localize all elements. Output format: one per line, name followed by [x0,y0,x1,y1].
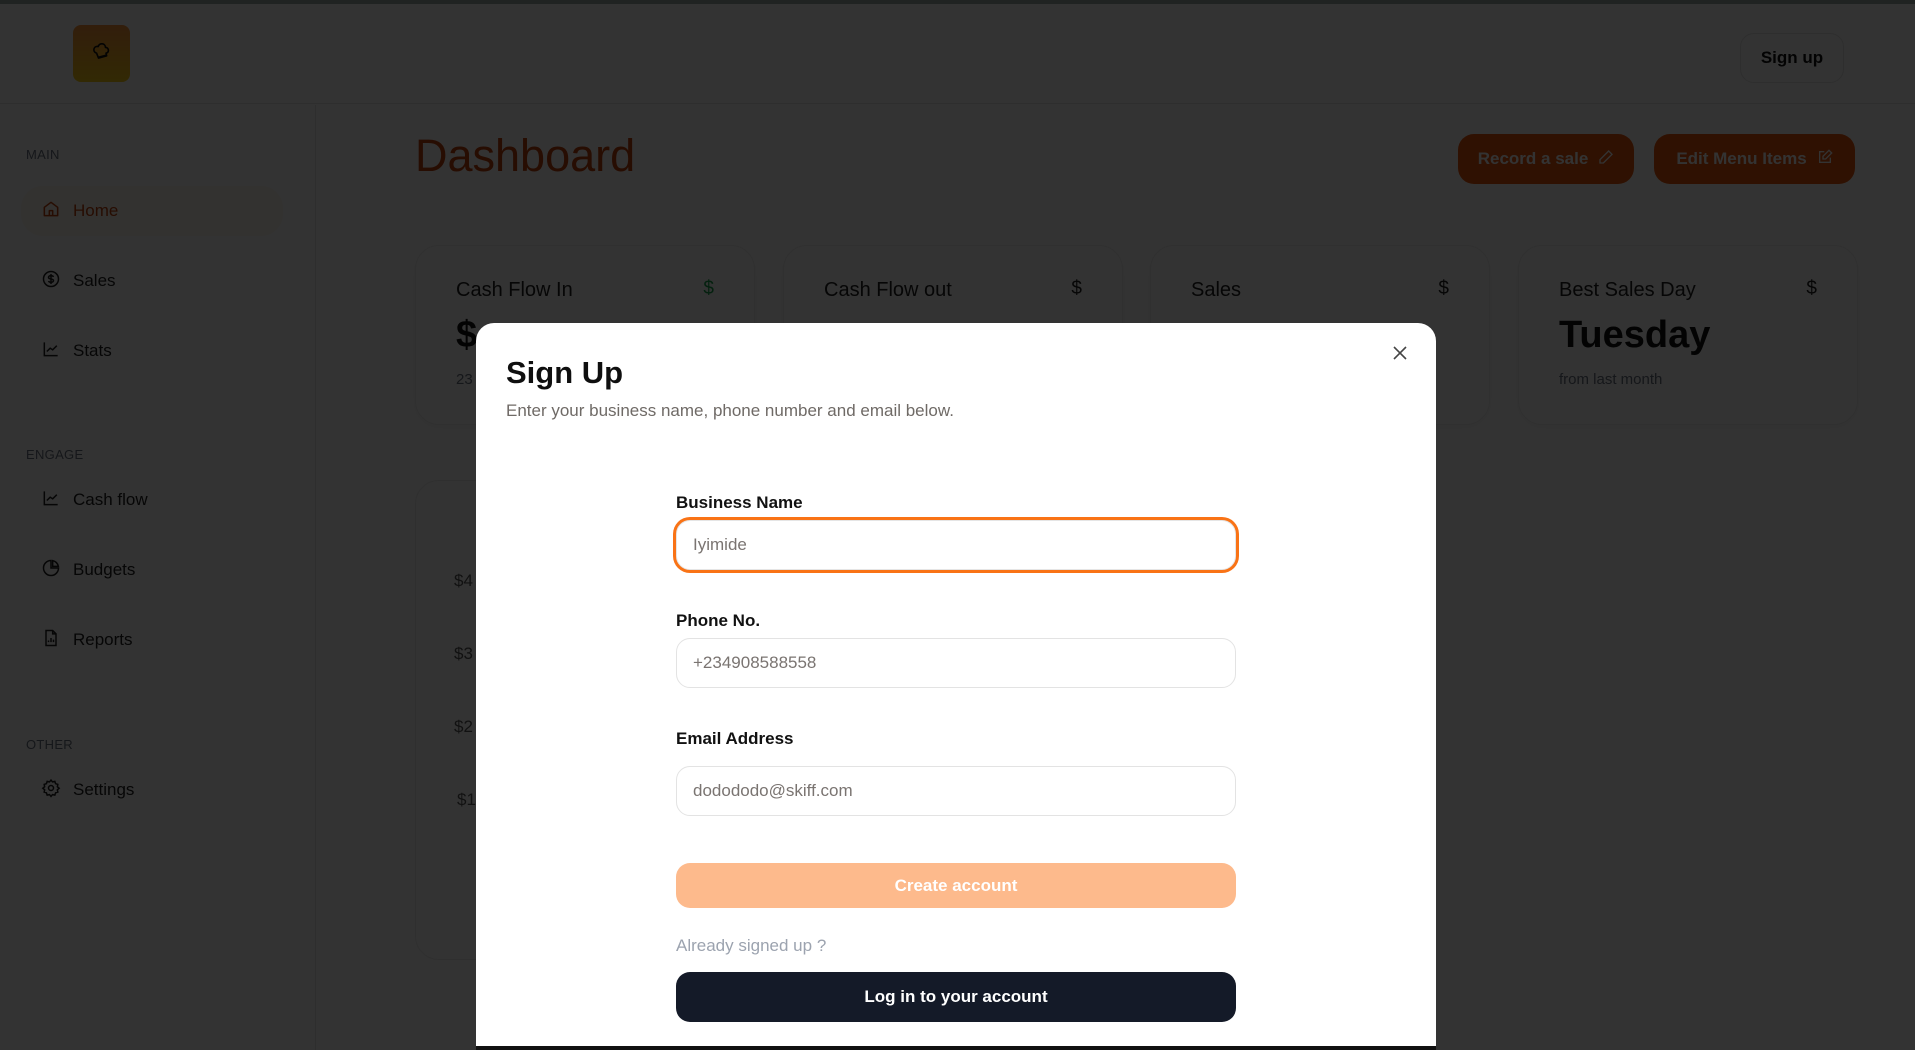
close-button[interactable] [1386,341,1414,369]
business-name-input[interactable] [676,520,1236,570]
already-signed-up-text: Already signed up ? [676,936,827,955]
modal-description: Enter your business name, phone number a… [506,401,954,420]
email-label: Email Address [676,729,794,748]
business-name-label: Business Name [676,493,803,512]
login-button[interactable]: Log in to your account [676,972,1236,1022]
modal-title: Sign Up [506,355,624,390]
phone-input[interactable] [676,638,1236,688]
email-input[interactable] [676,766,1236,816]
phone-label: Phone No. [676,611,761,630]
signup-modal: Sign Up Enter your business name, phone … [476,323,1436,1050]
close-icon [1392,345,1408,366]
create-account-button[interactable]: Create account [676,863,1236,908]
